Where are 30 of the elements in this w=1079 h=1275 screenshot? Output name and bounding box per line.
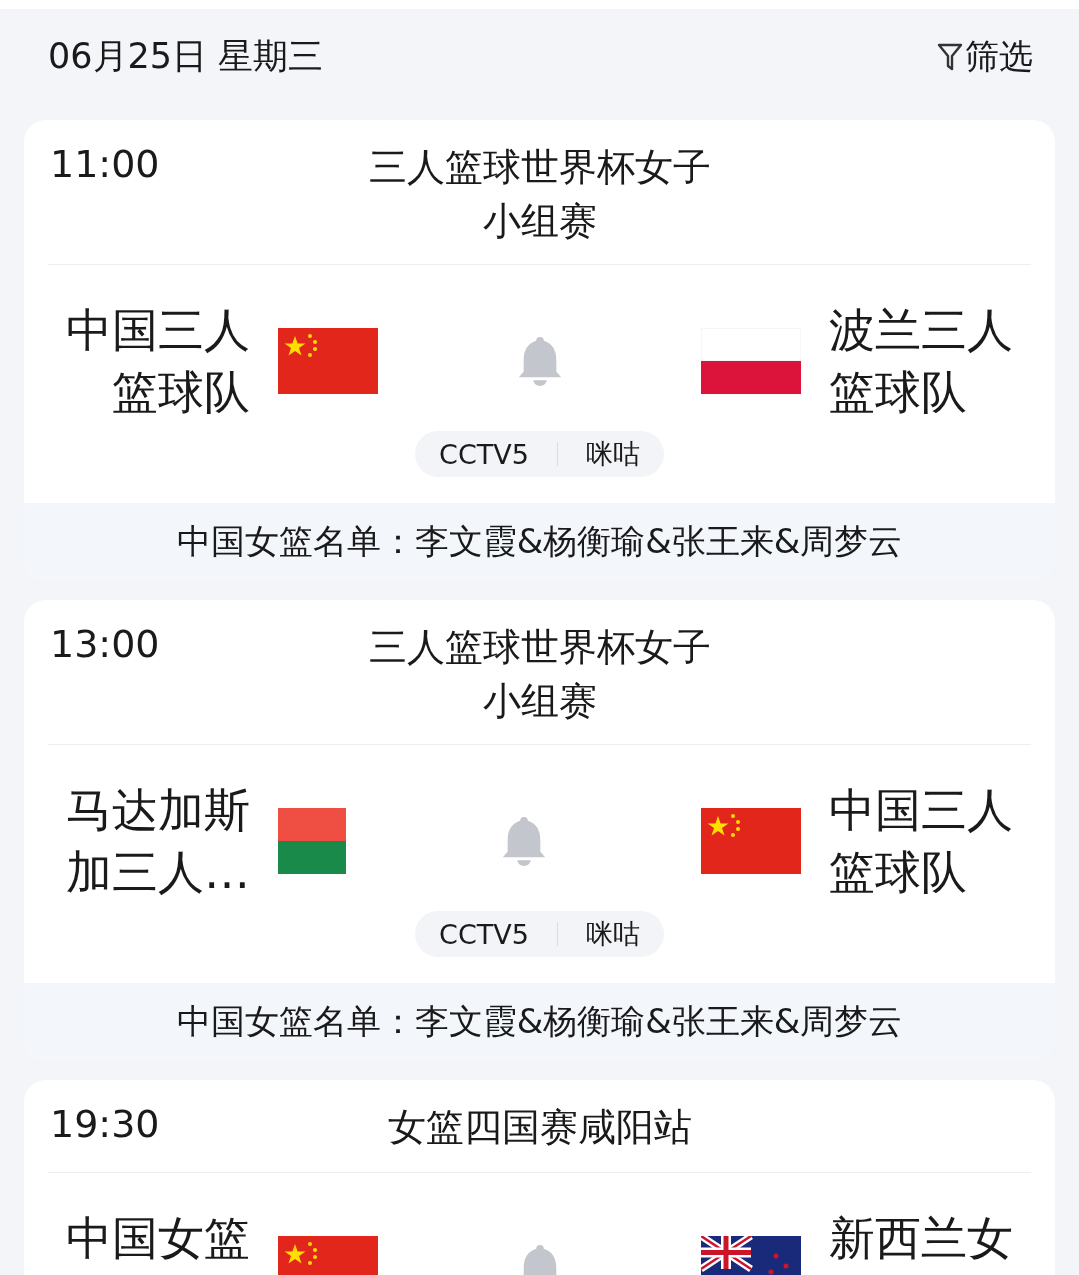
filter-button[interactable]: 筛选 bbox=[937, 33, 1033, 80]
flag-icon bbox=[278, 328, 378, 394]
team-name: 马达加斯加三人… bbox=[65, 782, 250, 901]
match-title: 三人篮球世界杯女子小组赛 bbox=[367, 144, 712, 245]
flag-icon bbox=[278, 808, 346, 874]
match-card[interactable]: 13:00 三人篮球世界杯女子小组赛 马达加斯加三人… 中国三人篮球队 CCTV5 咪咕 中国女篮名单：李文霞&杨衡瑜&张王来&周梦云 bbox=[24, 600, 1055, 1060]
match-title: 三人篮球世界杯女子小组赛 bbox=[367, 624, 712, 725]
channel-pill[interactable]: CCTV5 咪咕 bbox=[415, 431, 664, 477]
channel-label: CCTV5 bbox=[439, 438, 529, 470]
team-name: 中国三人篮球队 bbox=[829, 782, 1014, 901]
match-time: 19:30 bbox=[50, 1102, 160, 1146]
filter-icon bbox=[937, 41, 963, 72]
roster-text: 中国女篮名单：李文霞&杨衡瑜&张王来&周梦云 bbox=[176, 519, 903, 563]
channel-label: 咪咕 bbox=[585, 917, 640, 951]
team-name: 中国三人篮球队 bbox=[65, 302, 250, 421]
team-name: 波兰三人篮球队 bbox=[829, 302, 1014, 421]
match-time: 11:00 bbox=[50, 142, 160, 186]
date-label: 06月25日 星期三 bbox=[48, 35, 324, 78]
roster-text: 中国女篮名单：李文霞&杨衡瑜&张王来&周梦云 bbox=[176, 999, 903, 1043]
team-name: 新西兰女 bbox=[829, 1210, 1014, 1267]
channel-pill[interactable]: CCTV5 咪咕 bbox=[415, 911, 664, 957]
match-card[interactable]: 11:00 三人篮球世界杯女子小组赛 中国三人篮球队 波兰三人篮球队 CCTV5 咪咕 中国女篮名单：李文霞&杨衡瑜&张王来&周梦云 bbox=[24, 120, 1055, 580]
match-card[interactable]: 19:30 女篮四国赛咸阳站 中国女篮 新西兰女 bbox=[24, 1080, 1055, 1275]
channel-label: CCTV5 bbox=[439, 918, 529, 950]
channel-label: 咪咕 bbox=[585, 437, 640, 471]
flag-icon bbox=[701, 328, 801, 394]
flag-icon bbox=[701, 808, 801, 874]
match-title: 女篮四国赛咸阳站 bbox=[386, 1104, 693, 1151]
match-time: 13:00 bbox=[50, 622, 160, 666]
team-name: 中国女篮 bbox=[65, 1210, 250, 1267]
